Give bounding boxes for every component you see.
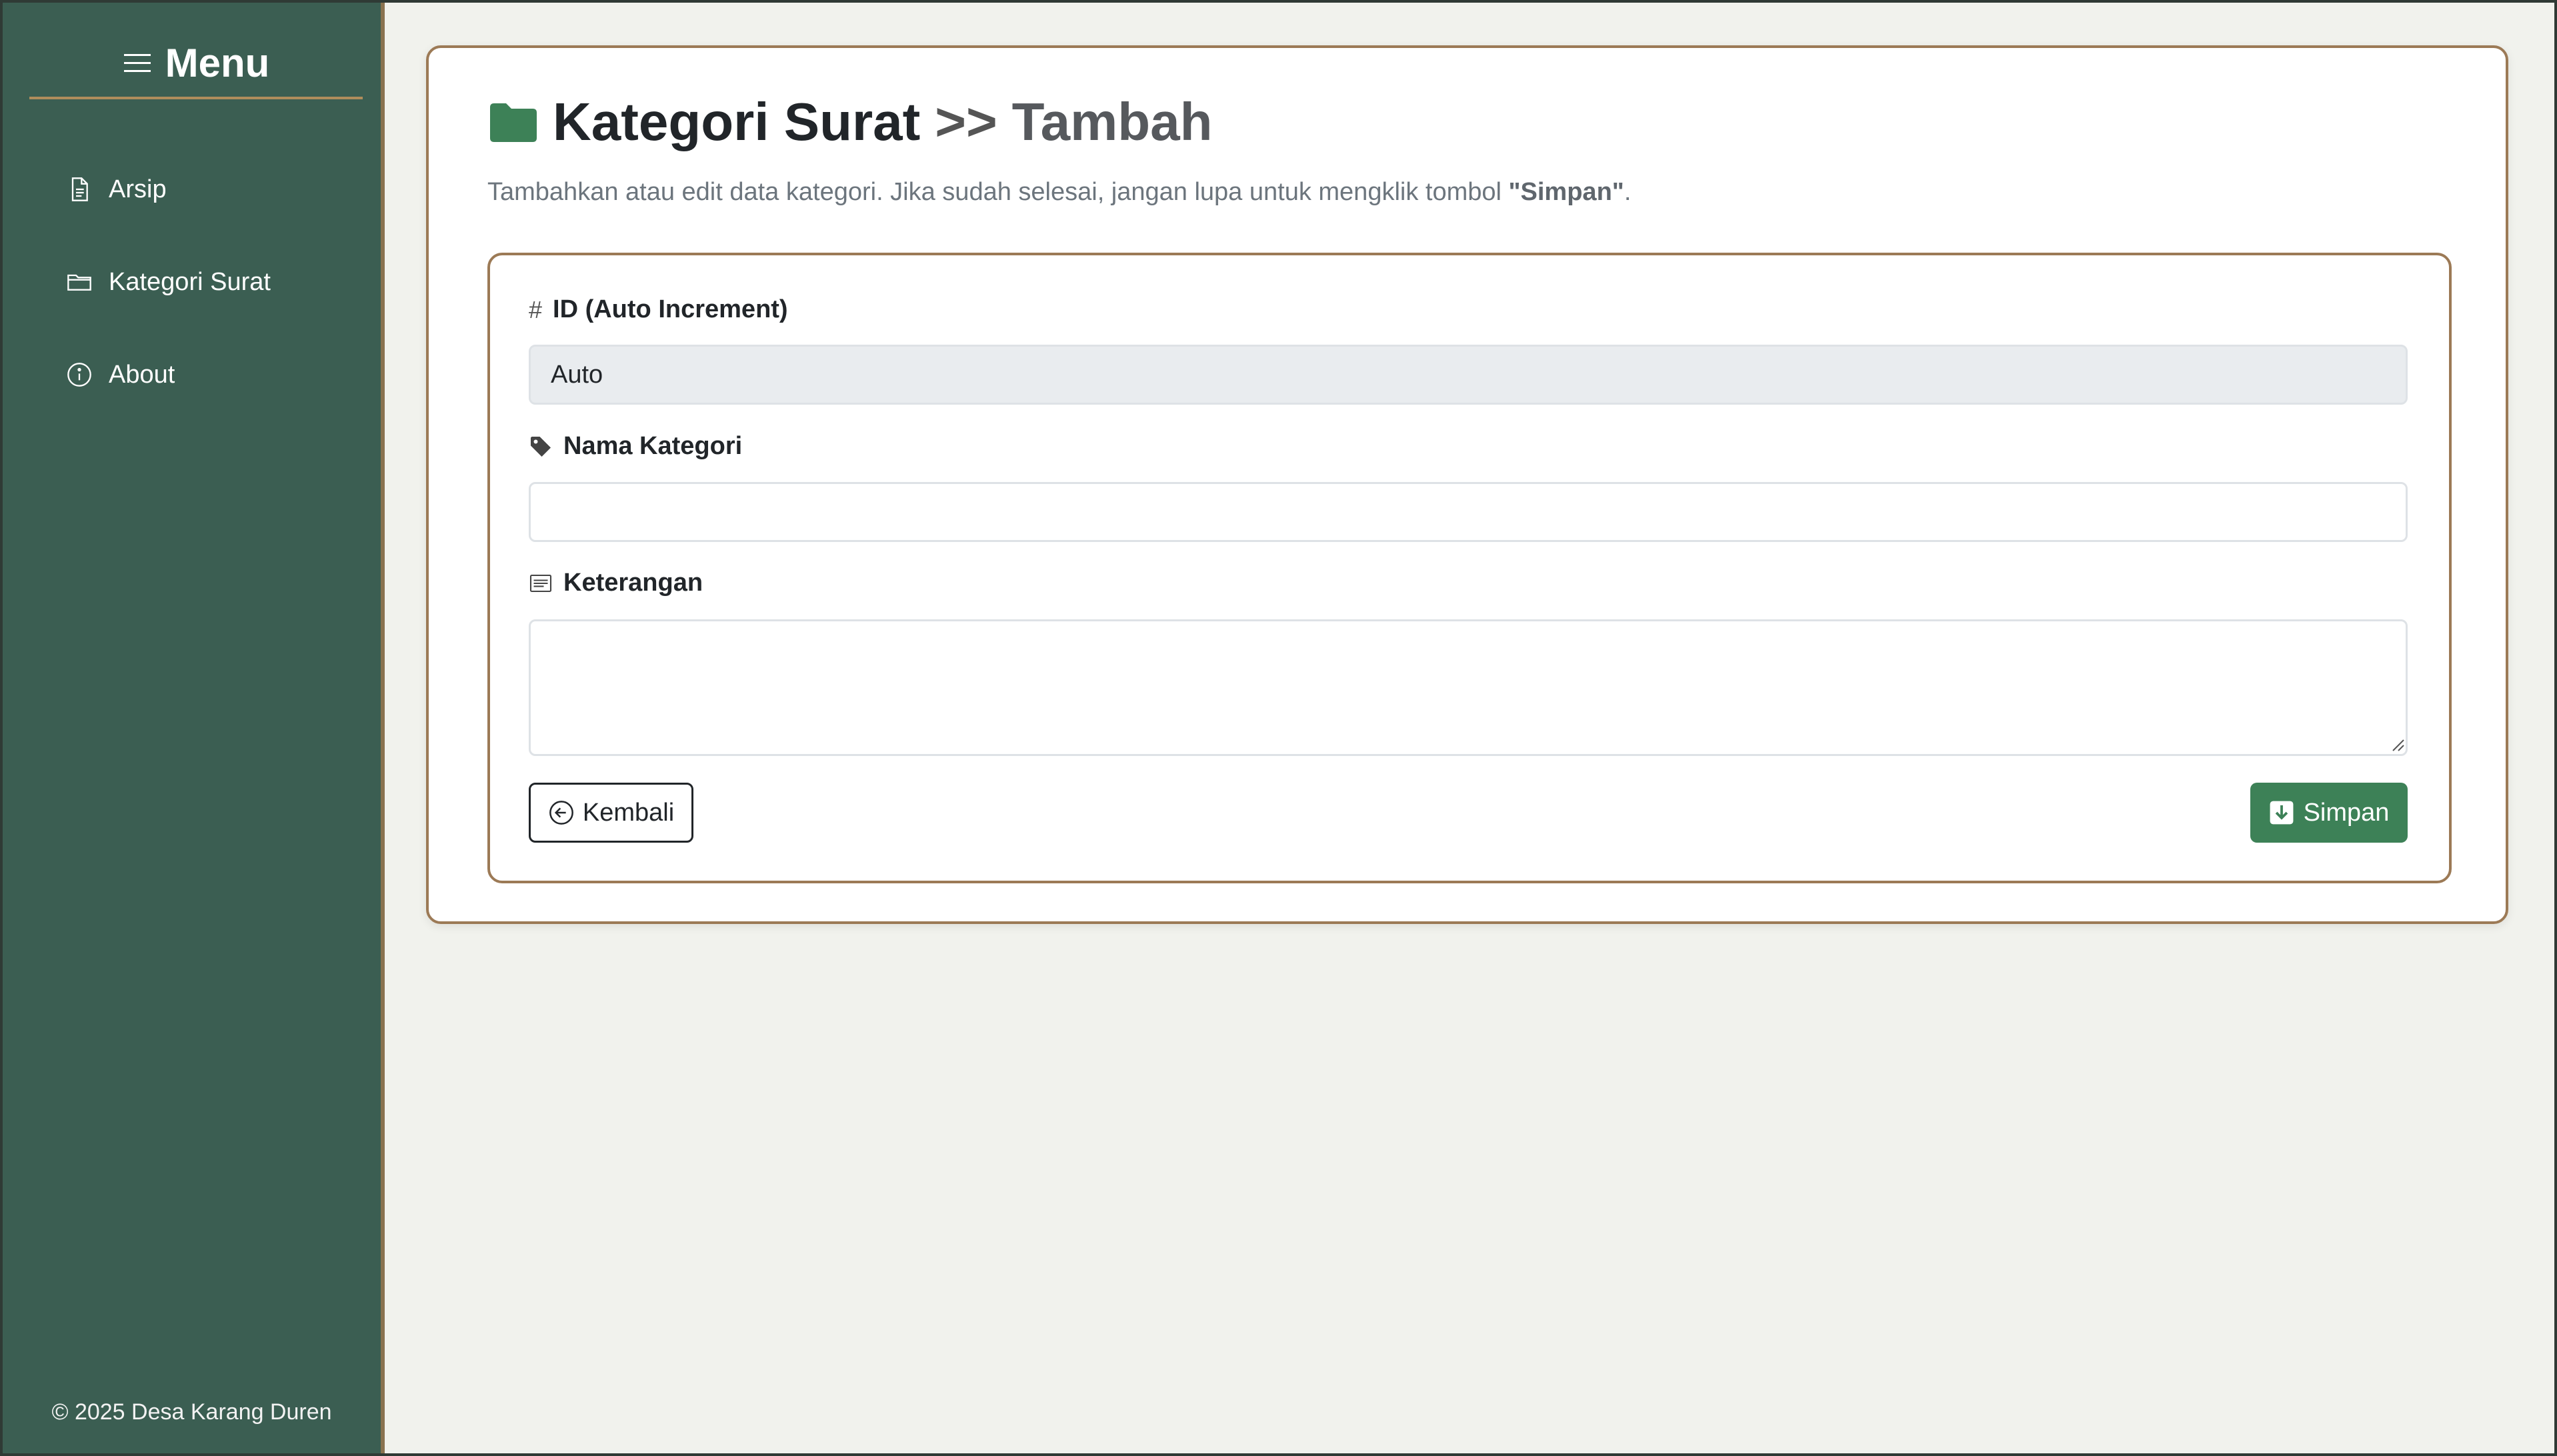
description-text: Tambahkan atau edit data kategori. Jika … [487, 178, 1509, 206]
page-subtitle: Tambah [1011, 92, 1213, 151]
arrow-left-circle-icon [549, 801, 573, 825]
app-window: Menu Arsip Kategori Surat About © 2025 D… [3, 3, 2554, 1453]
menu-header: Menu [29, 29, 363, 99]
hash-icon: # [529, 295, 543, 323]
nama-kategori-input[interactable] [529, 482, 2408, 542]
tag-icon [531, 436, 551, 457]
title-separator: >> [935, 92, 997, 151]
description-strong: "Simpan" [1508, 178, 1624, 206]
file-text-icon [71, 177, 88, 201]
description-suffix: . [1624, 178, 1632, 206]
sidebar-footer: © 2025 Desa Karang Duren [51, 1399, 332, 1425]
resize-handle-icon[interactable] [2390, 737, 2405, 752]
page-description: Tambahkan atau edit data kategori. Jika … [487, 178, 1631, 207]
sidebar-item-about[interactable]: About [66, 348, 271, 401]
menu-title: Menu [165, 41, 270, 85]
keterangan-label-text: Keterangan [563, 569, 703, 597]
folder-icon [67, 274, 91, 291]
sidebar-item-arsip[interactable]: Arsip [66, 163, 271, 216]
nama-kategori-label: Nama Kategori [529, 432, 742, 461]
sidebar-item-label: About [109, 360, 175, 389]
sidebar: Menu Arsip Kategori Surat About © 2025 D… [3, 3, 385, 1453]
page-title: Kategori Surat >> Tambah [487, 91, 1212, 153]
id-label: # ID (Auto Increment) [529, 295, 788, 324]
category-form: # ID (Auto Increment) Auto Nama Kategori… [487, 253, 2452, 883]
keterangan-textarea[interactable] [529, 619, 2408, 756]
page-title-text: Kategori Surat [553, 92, 921, 151]
main-content: Kategori Surat >> Tambah Tambahkan atau … [385, 3, 2554, 1453]
keterangan-label: Keterangan [529, 569, 703, 597]
sidebar-item-label: Kategori Surat [109, 267, 271, 296]
sidebar-item-label: Arsip [109, 175, 167, 203]
download-save-icon [2270, 801, 2293, 825]
sidebar-item-kategori-surat[interactable]: Kategori Surat [66, 255, 271, 309]
sidebar-nav: Arsip Kategori Surat About [66, 163, 271, 441]
content-card: Kategori Surat >> Tambah Tambahkan atau … [426, 45, 2508, 924]
info-icon [67, 363, 91, 387]
save-button[interactable]: Simpan [2250, 783, 2408, 843]
back-button-label: Kembali [582, 798, 675, 827]
nama-kategori-label-text: Nama Kategori [563, 432, 743, 460]
save-button-label: Simpan [2303, 798, 2390, 827]
text-paragraph-icon [529, 574, 552, 592]
folder-icon [490, 103, 537, 142]
back-button[interactable]: Kembali [529, 783, 693, 843]
hamburger-icon [123, 53, 151, 72]
id-field: Auto [529, 345, 2408, 405]
id-label-text: ID (Auto Increment) [553, 295, 788, 323]
